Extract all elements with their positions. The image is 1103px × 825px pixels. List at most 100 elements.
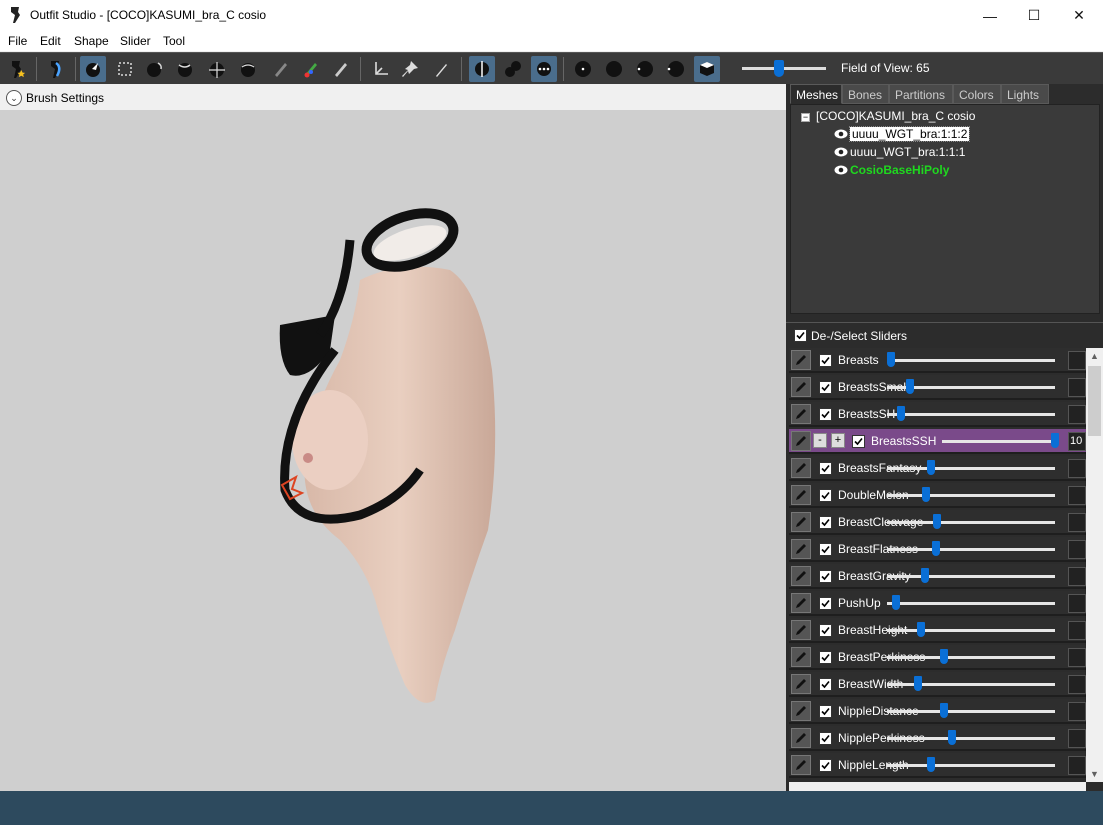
slider-thumb[interactable] [927,460,935,475]
menu-file[interactable]: File [8,34,27,48]
eye-icon[interactable] [834,165,848,175]
slider-list-scrollbar[interactable]: ▲ ▼ [1086,348,1103,782]
slider-checkbox[interactable] [819,354,832,367]
slider-track[interactable] [887,629,1055,632]
edit-slider-button[interactable] [791,431,811,451]
edit-slider-button[interactable] [791,593,811,613]
field-of-view-slider-thumb[interactable] [774,60,784,77]
slider-thumb[interactable] [922,487,930,502]
slider-thumb[interactable] [906,379,914,394]
tab-lights[interactable]: Lights [1001,84,1049,104]
tab-meshes[interactable]: Meshes [790,84,842,104]
scrollbar-thumb[interactable] [1088,366,1101,436]
slider-value-field[interactable] [1068,540,1086,559]
menu-slider[interactable]: Slider [120,34,151,48]
slider-row[interactable]: NipplePerkiness [789,726,1086,751]
slider-track[interactable] [887,575,1055,578]
edit-slider-button[interactable] [791,566,811,586]
tree-item-mesh-3[interactable]: CosioBaseHiPoly [834,161,949,179]
slider-thumb[interactable] [887,352,895,367]
scroll-up-icon[interactable]: ▲ [1086,348,1103,364]
move-button[interactable] [204,56,230,82]
3d-viewport[interactable]: ⌄ Brush Settings [0,86,786,791]
slider-track[interactable] [887,413,1055,416]
slider-value-field[interactable] [1068,513,1086,532]
slider-track[interactable] [887,764,1055,767]
slider-increment-button[interactable]: + [831,433,845,448]
edit-slider-button[interactable] [791,404,811,424]
slider-value-field[interactable] [1068,567,1086,586]
slider-thumb[interactable] [940,649,948,664]
slider-value-field[interactable] [1068,702,1086,721]
slider-track[interactable] [942,440,1059,443]
slider-checkbox[interactable] [819,651,832,664]
slider-value-field[interactable]: 10 [1068,432,1086,451]
field-of-view-slider-track[interactable] [742,67,826,70]
slider-value-field[interactable] [1068,351,1086,370]
edit-slider-button[interactable] [791,485,811,505]
slider-row[interactable]: BreastFlatness [789,537,1086,562]
color-button[interactable] [298,56,324,82]
deflate-button[interactable] [172,56,198,82]
pen-button[interactable] [428,56,454,82]
slider-track[interactable] [887,494,1055,497]
slider-track[interactable] [887,602,1055,605]
slider-track[interactable] [887,656,1055,659]
menu-shape[interactable]: Shape [74,34,109,48]
slider-checkbox[interactable] [819,732,832,745]
global-button[interactable] [531,56,557,82]
tree-collapse-toggle[interactable]: − [801,113,810,122]
menu-edit[interactable]: Edit [40,34,61,48]
slider-track[interactable] [887,359,1055,362]
x-mirror-button[interactable] [469,56,495,82]
tree-root[interactable]: [COCO]KASUMI_bra_C cosio [816,107,975,125]
chevron-down-icon[interactable]: ⌄ [6,90,22,106]
edit-slider-button[interactable] [791,647,811,667]
slider-value-field[interactable] [1068,621,1086,640]
mask-button[interactable] [268,56,294,82]
slider-thumb[interactable] [948,730,956,745]
brush-size-2-button[interactable] [601,56,627,82]
select-all-sliders-checkbox[interactable] [794,329,807,342]
slider-checkbox[interactable] [819,759,832,772]
scroll-down-icon[interactable]: ▼ [1086,766,1103,782]
eye-icon[interactable] [834,147,848,157]
slider-thumb[interactable] [932,541,940,556]
slider-row[interactable]: BreastGravity [789,564,1086,589]
slider-value-field[interactable] [1068,405,1086,424]
slider-value-field[interactable] [1068,756,1086,775]
tree-item-mesh-1[interactable]: uuuu_WGT_bra:1:1:2 [834,125,971,143]
inflate-button[interactable] [142,56,168,82]
slider-checkbox[interactable] [852,435,865,448]
wireframe-button[interactable] [694,56,720,82]
minimize-button[interactable]: — [967,0,1013,31]
slider-checkbox[interactable] [819,489,832,502]
slider-value-field[interactable] [1068,729,1086,748]
slider-value-field[interactable] [1068,648,1086,667]
slider-value-field[interactable] [1068,594,1086,613]
edit-slider-button[interactable] [791,620,811,640]
edit-slider-button[interactable] [791,377,811,397]
slider-checkbox[interactable] [819,543,832,556]
slider-track[interactable] [887,467,1055,470]
slider-thumb[interactable] [927,757,935,772]
tab-colors[interactable]: Colors [953,84,1001,104]
edit-slider-button[interactable] [791,755,811,775]
slider-track[interactable] [887,710,1055,713]
brush-settings-bar[interactable]: ⌄ Brush Settings [0,86,786,110]
slider-thumb[interactable] [1051,433,1059,448]
slider-brush-button[interactable] [3,56,29,82]
tab-bones[interactable]: Bones [842,84,889,104]
brush-size-4-button[interactable] [663,56,689,82]
select-tool-button[interactable] [80,56,106,82]
slider-checkbox[interactable] [819,678,832,691]
slider-thumb[interactable] [917,622,925,637]
horizontal-scrollbar[interactable] [789,782,1086,791]
slider-row[interactable]: NippleDistance [789,699,1086,724]
slider-thumb[interactable] [897,406,905,421]
menu-tool[interactable]: Tool [163,34,185,48]
slider-checkbox[interactable] [819,624,832,637]
smooth-button[interactable] [235,56,261,82]
close-button[interactable]: ✕ [1056,0,1102,31]
slider-row[interactable]: BreastWidth [789,672,1086,697]
